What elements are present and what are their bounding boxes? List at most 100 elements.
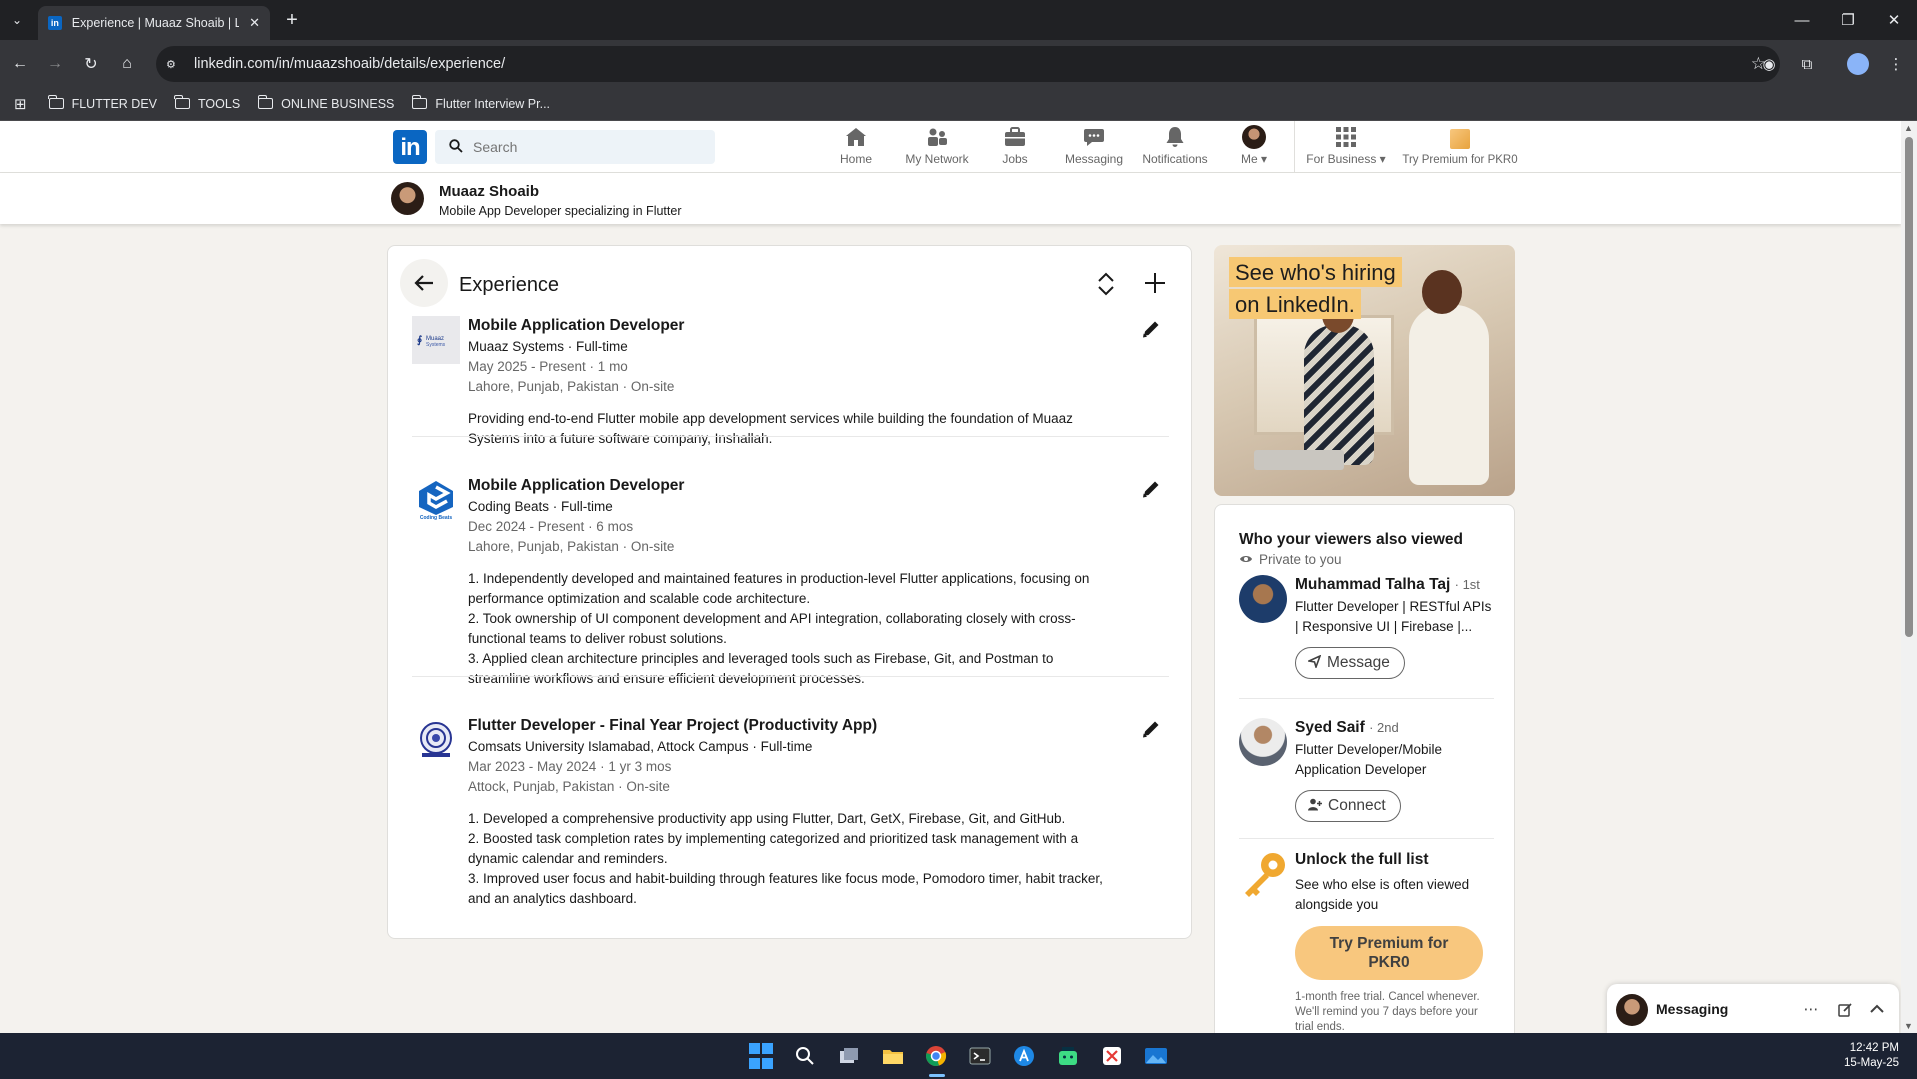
- experience-entry: Coding Beats Mobile Application Develope…: [412, 476, 1172, 686]
- browser-tab-active[interactable]: in Experience | Muaaz Shoaib | LinkedIn …: [38, 6, 270, 40]
- unlock-title: Unlock the full list: [1295, 851, 1429, 868]
- experience-details: Mobile Application Developer Coding Beat…: [468, 476, 1148, 689]
- apps-grid-icon[interactable]: ⊞: [14, 95, 27, 113]
- profile-photo[interactable]: [391, 182, 424, 215]
- edit-pencil-icon[interactable]: [1138, 316, 1164, 342]
- chrome-icon[interactable]: [922, 1042, 950, 1070]
- description: 1. Developed a comprehensive productivit…: [468, 809, 1148, 909]
- page-scrollbar[interactable]: ▲ ▼: [1901, 121, 1917, 1033]
- browser-profile-avatar[interactable]: [1847, 53, 1869, 75]
- description-line: 2. Boosted task completion rates by impl…: [468, 831, 1079, 846]
- nav-for-business[interactable]: For Business ▾: [1306, 121, 1386, 173]
- person-name[interactable]: Muhammad Talha Taj · 1st: [1295, 575, 1495, 595]
- windows-taskbar: 12:42 PM 15-May-25: [0, 1033, 1917, 1079]
- edit-pencil-icon[interactable]: [1138, 476, 1164, 502]
- try-premium-button[interactable]: Try Premium for PKR0: [1295, 926, 1483, 980]
- nav-my-network[interactable]: My Network: [897, 121, 977, 173]
- reorder-icon[interactable]: [1092, 270, 1120, 298]
- company-logo-coding-beats[interactable]: Coding Beats: [412, 476, 460, 524]
- nav-me[interactable]: Me ▾: [1236, 121, 1272, 173]
- search-input[interactable]: [473, 139, 693, 155]
- browser-menu-icon[interactable]: ⋮: [1884, 52, 1908, 76]
- task-view-icon[interactable]: [835, 1042, 863, 1070]
- nav-label: Me ▾: [1240, 152, 1268, 166]
- scroll-down-icon[interactable]: ▼: [1904, 1021, 1913, 1031]
- windows-start-icon[interactable]: [747, 1042, 775, 1070]
- connect-button[interactable]: Connect: [1295, 790, 1401, 822]
- chevron-up-icon[interactable]: [1865, 997, 1889, 1021]
- more-options-icon[interactable]: ⋯: [1799, 997, 1823, 1021]
- system-clock[interactable]: 12:42 PM 15-May-25: [1844, 1041, 1899, 1071]
- forward-arrow-icon[interactable]: →: [43, 52, 67, 76]
- linkedin-logo-icon[interactable]: in: [393, 130, 427, 164]
- nav-notifications[interactable]: Notifications: [1140, 121, 1210, 173]
- bell-icon: [1163, 125, 1187, 149]
- extensions-puzzle-icon[interactable]: ⧉: [1795, 52, 1819, 76]
- scroll-thumb[interactable]: [1905, 137, 1913, 637]
- location: Attock, Punjab, Pakistan · On-site: [468, 779, 670, 794]
- avatar[interactable]: [1239, 575, 1287, 623]
- window-minimize-icon[interactable]: —: [1788, 8, 1816, 32]
- scroll-up-icon[interactable]: ▲: [1904, 123, 1913, 133]
- message-button[interactable]: Message: [1295, 647, 1405, 679]
- address-bar[interactable]: ⚙ linkedin.com/in/muaazshoaib/details/ex…: [156, 46, 1780, 82]
- apps-grid-icon: [1334, 125, 1358, 149]
- messaging-label[interactable]: Messaging: [1656, 1001, 1728, 1017]
- tab-search-icon[interactable]: ⌄: [6, 9, 28, 31]
- nav-try-premium[interactable]: Try Premium for PKR0: [1400, 121, 1520, 173]
- nav-messaging[interactable]: Messaging: [1064, 121, 1124, 173]
- window-close-icon[interactable]: ✕: [1880, 8, 1908, 32]
- browser-toolbar: ← → ↻ ⌂ ⚙ linkedin.com/in/muaazshoaib/de…: [0, 40, 1917, 87]
- tab-title: Experience | Muaaz Shoaib | LinkedIn: [71, 16, 240, 30]
- site-info-icon[interactable]: ⚙: [166, 58, 186, 71]
- description-line: functional teams to deliver robust solut…: [468, 631, 727, 646]
- browser-tab-bar: ⌄ in Experience | Muaaz Shoaib | LinkedI…: [0, 0, 1917, 40]
- chat-icon: [1082, 125, 1106, 149]
- bookmark-flutter-interview[interactable]: Flutter Interview Pr...: [411, 95, 550, 111]
- photos-icon[interactable]: [1142, 1042, 1170, 1070]
- send-icon: [1306, 654, 1322, 671]
- snipping-tool-icon[interactable]: [1098, 1042, 1126, 1070]
- profile-name[interactable]: Muaaz Shoaib: [439, 183, 539, 200]
- avatar[interactable]: [1239, 718, 1287, 766]
- location: Lahore, Punjab, Pakistan · On-site: [468, 379, 675, 394]
- new-tab-icon[interactable]: +: [280, 8, 304, 32]
- nav-home[interactable]: Home: [834, 121, 878, 173]
- back-arrow-icon[interactable]: ←: [8, 52, 32, 76]
- android-studio-icon[interactable]: [1054, 1042, 1082, 1070]
- home-browser-icon[interactable]: ⌂: [115, 52, 139, 76]
- nav-jobs[interactable]: Jobs: [1000, 121, 1030, 173]
- company-logo-muaaz-systems[interactable]: ∮ Muaaz Systems: [412, 316, 460, 364]
- tab-close-icon[interactable]: ✕: [249, 15, 260, 31]
- bookmark-flutter-dev[interactable]: FLUTTER DEV: [47, 95, 157, 111]
- search-bar[interactable]: [435, 130, 715, 164]
- nav-label: Home: [839, 152, 872, 166]
- bookmark-online-business[interactable]: ONLINE BUSINESS: [257, 95, 394, 111]
- nav-label: For Business ▾: [1306, 152, 1386, 166]
- camera-extension-icon[interactable]: ◉: [1757, 52, 1781, 76]
- add-icon[interactable]: [1140, 268, 1170, 298]
- folder-icon: [174, 95, 191, 109]
- taskbar-search-icon[interactable]: [791, 1042, 819, 1070]
- divider: [1239, 838, 1494, 839]
- reload-icon[interactable]: ↻: [79, 52, 103, 76]
- description: Providing end-to-end Flutter mobile app …: [468, 409, 1148, 449]
- url-text[interactable]: linkedin.com/in/muaazshoaib/details/expe…: [194, 56, 505, 72]
- messaging-overlay[interactable]: Messaging ⋯: [1607, 984, 1899, 1034]
- person-name[interactable]: Syed Saif · 2nd: [1295, 718, 1495, 738]
- app-store-icon[interactable]: [1010, 1042, 1038, 1070]
- company-logo-comsats[interactable]: [412, 716, 460, 764]
- compose-icon[interactable]: [1833, 997, 1857, 1021]
- button-label: Try Premium for: [1329, 935, 1449, 952]
- hiring-ad-banner[interactable]: See who's hiring on LinkedIn.: [1214, 245, 1515, 496]
- profile-sticky-header: Muaaz Shoaib Mobile App Developer specia…: [0, 173, 1901, 224]
- company-employment: Comsats University Islamabad, Attock Cam…: [468, 739, 813, 754]
- file-explorer-icon[interactable]: [879, 1042, 907, 1070]
- window-restore-icon[interactable]: ❐: [1834, 8, 1862, 32]
- terminal-icon[interactable]: [966, 1042, 994, 1070]
- back-button[interactable]: [400, 259, 448, 307]
- person-info: Syed Saif · 2nd Flutter Developer/Mobile…: [1295, 718, 1495, 822]
- bookmark-tools[interactable]: TOOLS: [174, 95, 240, 111]
- edit-pencil-icon[interactable]: [1138, 716, 1164, 742]
- eye-icon: [1239, 553, 1253, 567]
